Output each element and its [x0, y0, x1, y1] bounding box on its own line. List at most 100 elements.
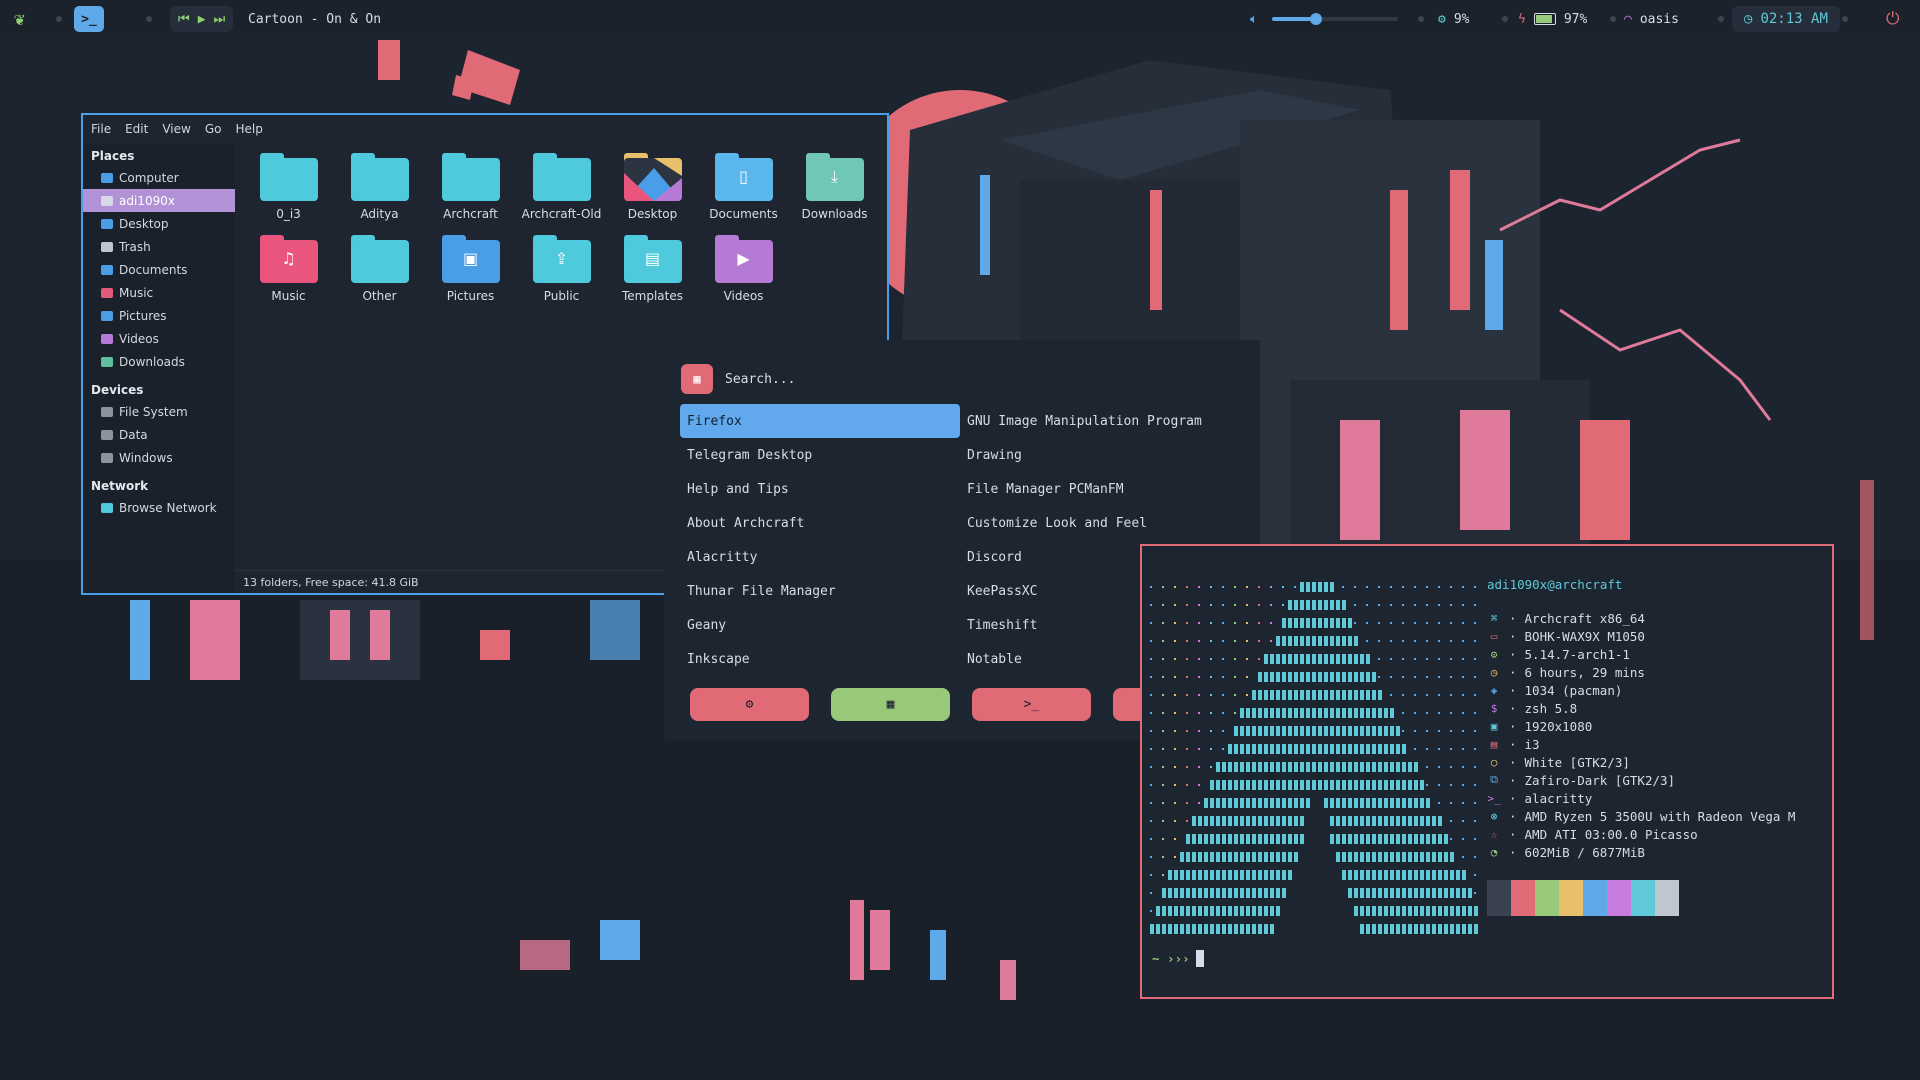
battery-icon: [1533, 13, 1556, 25]
launcher-item-thunar-file-manager[interactable]: Thunar File Manager: [680, 574, 960, 608]
info-text: 602MiB / 6877MiB: [1524, 844, 1645, 860]
folder-templates[interactable]: ▤ Templates: [607, 235, 698, 303]
folder-downloads[interactable]: ⤓ Downloads: [789, 153, 880, 221]
clock-icon: ◷: [1744, 11, 1753, 27]
adi1090x-icon: [101, 195, 113, 206]
folder-documents[interactable]: ▯ Documents: [698, 153, 789, 221]
info-icon: ◈: [1490, 683, 1498, 697]
launcher-item-geany[interactable]: Geany: [680, 608, 960, 642]
folder-aditya[interactable]: Aditya: [334, 153, 425, 221]
launcher-item-help-and-tips[interactable]: Help and Tips: [680, 472, 960, 506]
info-bullet: ·: [1509, 664, 1517, 680]
folder-archcraft[interactable]: Archcraft: [425, 153, 516, 221]
folder-label: 0_i3: [276, 207, 301, 221]
info-text: White [GTK2/3]: [1524, 754, 1630, 770]
sidebar-item-label: File System: [119, 404, 188, 419]
info-icon: ⧉: [1490, 773, 1498, 786]
sidebar-item-videos[interactable]: Videos: [83, 327, 235, 350]
menu-edit[interactable]: Edit: [125, 122, 148, 136]
menu-file[interactable]: File: [91, 122, 111, 136]
menu-help[interactable]: Help: [235, 122, 262, 136]
launcher-item-about-archcraft[interactable]: About Archcraft: [680, 506, 960, 540]
apps-mode-button[interactable]: ▦: [831, 688, 950, 721]
wifi-icon[interactable]: ◠: [1624, 12, 1632, 27]
info-bullet: ·: [1509, 772, 1517, 788]
sidebar-item-music[interactable]: Music: [83, 281, 235, 304]
sidebar-item-label: Videos: [119, 331, 159, 346]
sidebar-item-browse-network[interactable]: Browse Network: [83, 496, 235, 519]
folder-label: Archcraft-Old: [521, 207, 602, 221]
network-list: Browse Network: [83, 496, 235, 519]
folder-grid: 0_i3 Aditya Archcraft Archcraft-Old Desktop ▯…: [243, 153, 880, 303]
devices-list: File System Data Windows: [83, 400, 235, 469]
launcher-item-inkscape[interactable]: Inkscape: [680, 642, 960, 676]
prompt-text: ~ ›››: [1152, 951, 1190, 966]
folder-pictures[interactable]: ▣ Pictures: [425, 235, 516, 303]
launcher-item-alacritty[interactable]: Alacritty: [680, 540, 960, 574]
launcher-item-firefox[interactable]: Firefox: [680, 404, 960, 438]
menu-go[interactable]: Go: [205, 122, 222, 136]
sidebar-item-trash[interactable]: Trash: [83, 235, 235, 258]
sidebar-item-adi1090x[interactable]: adi1090x: [83, 189, 235, 212]
info-text: i3: [1524, 736, 1540, 752]
prev-icon[interactable]: ⏮: [178, 12, 190, 27]
settings-mode-button[interactable]: ⚙: [690, 688, 809, 721]
sidebar-item-data[interactable]: Data: [83, 423, 235, 446]
sidebar-item-documents[interactable]: Documents: [83, 258, 235, 281]
palette-swatch: [1631, 880, 1655, 916]
info-bullet: ·: [1509, 682, 1517, 698]
sidebar-item-file-system[interactable]: File System: [83, 400, 235, 423]
launcher-item-telegram-desktop[interactable]: Telegram Desktop: [680, 438, 960, 472]
ascii-logo: [1150, 582, 1478, 934]
launcher-item-gnu-image-manipulation-program[interactable]: GNU Image Manipulation Program: [960, 404, 1240, 438]
info-row: ☆ · AMD ATI 03:00.0 Picasso: [1487, 825, 1795, 843]
menu-view[interactable]: View: [162, 122, 190, 136]
folder-desktop[interactable]: Desktop: [607, 153, 698, 221]
search-row: ▦ Search...: [681, 364, 795, 394]
folder-0-i3[interactable]: 0_i3: [243, 153, 334, 221]
play-icon[interactable]: ▶: [198, 12, 206, 27]
folder-public[interactable]: ⇪ Public: [516, 235, 607, 303]
info-bullet: ·: [1509, 628, 1517, 644]
next-icon[interactable]: ⏭: [214, 12, 226, 27]
search-input[interactable]: Search...: [725, 372, 795, 387]
info-row: ⌘ · Archcraft x86_64: [1487, 609, 1795, 627]
leaf-logo-icon[interactable]: ❦: [14, 9, 25, 30]
folder-videos[interactable]: ▶ Videos: [698, 235, 789, 303]
terminal-window[interactable]: adi1090x@archcraft ⌘ · Archcraft x86_64 ▭ · B…: [1140, 544, 1834, 999]
folder-archcraft-old[interactable]: Archcraft-Old: [516, 153, 607, 221]
info-row: ▣ · 1920x1080: [1487, 717, 1795, 735]
sidebar-item-pictures[interactable]: Pictures: [83, 304, 235, 327]
volume-icon[interactable]: 🔈︎: [1250, 12, 1258, 27]
terminal-icon[interactable]: >_: [74, 6, 104, 32]
downloads-folder-icon: ⤓: [805, 153, 864, 201]
info-bullet: ·: [1509, 718, 1517, 734]
folder-label: Templates: [621, 289, 683, 303]
side-pane: Places Computer adi1090x Desktop Trash Docum…: [83, 143, 235, 593]
info-icon: ⚙: [1490, 647, 1498, 661]
launcher-item-file-manager-pcmanfm[interactable]: File Manager PCManFM: [960, 472, 1240, 506]
sidebar-item-downloads[interactable]: Downloads: [83, 350, 235, 373]
power-icon[interactable]: ⏻: [1886, 9, 1899, 29]
volume-knob[interactable]: [1310, 13, 1323, 25]
info-row: $ · zsh 5.8: [1487, 699, 1795, 717]
folder-label: Desktop: [627, 207, 678, 221]
info-icon: $: [1490, 701, 1498, 715]
color-palette: [1487, 880, 1679, 916]
info-bullet: ·: [1509, 736, 1517, 752]
separator-dot: [1842, 16, 1848, 22]
launcher-item-customize-look-and-feel[interactable]: Customize Look and Feel: [960, 506, 1240, 540]
palette-swatch: [1607, 880, 1631, 916]
folder-music[interactable]: ♫ Music: [243, 235, 334, 303]
sidebar-item-desktop[interactable]: Desktop: [83, 212, 235, 235]
sidebar-item-windows[interactable]: Windows: [83, 446, 235, 469]
info-text: BOHK-WAX9X M1050: [1524, 628, 1645, 644]
info-icon: ▣: [1490, 719, 1498, 733]
volume-slider[interactable]: [1272, 13, 1398, 25]
launcher-item-drawing[interactable]: Drawing: [960, 438, 1240, 472]
folder-other[interactable]: Other: [334, 235, 425, 303]
shell-prompt[interactable]: ~ ›››: [1152, 950, 1204, 967]
folder-label: Music: [271, 289, 306, 303]
sidebar-item-computer[interactable]: Computer: [83, 166, 235, 189]
run-mode-button[interactable]: >_: [972, 688, 1091, 721]
